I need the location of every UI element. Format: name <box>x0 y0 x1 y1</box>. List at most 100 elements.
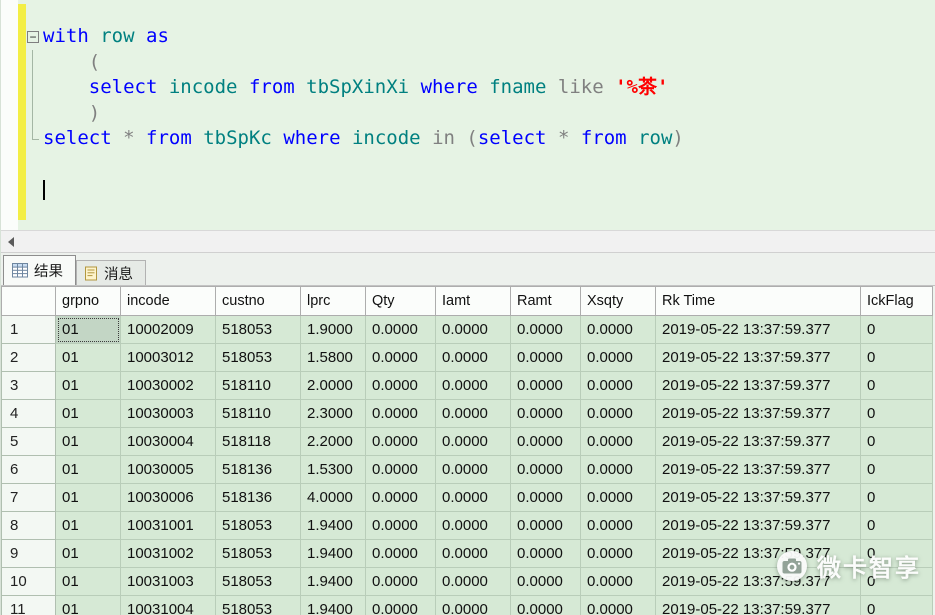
table-cell[interactable]: 0.0000 <box>365 343 436 372</box>
corner-header[interactable] <box>1 286 56 316</box>
row-header[interactable]: 11 <box>1 595 56 615</box>
code-line[interactable]: ( <box>26 49 684 76</box>
table-cell[interactable]: 0 <box>860 511 933 540</box>
table-cell[interactable]: 0.0000 <box>580 539 656 568</box>
table-cell[interactable]: 2019-05-22 13:37:59.377 <box>655 343 861 372</box>
table-cell[interactable]: 0.0000 <box>435 371 511 400</box>
table-cell[interactable]: 01 <box>55 483 121 512</box>
table-cell[interactable]: 0.0000 <box>435 595 511 615</box>
table-cell[interactable]: 10030004 <box>120 427 216 456</box>
table-cell[interactable]: 0.0000 <box>510 483 581 512</box>
table-cell[interactable]: 10030002 <box>120 371 216 400</box>
table-cell[interactable]: 0.0000 <box>365 371 436 400</box>
table-cell[interactable]: 0.0000 <box>365 455 436 484</box>
code-line[interactable] <box>26 177 684 203</box>
column-header-Iamt[interactable]: Iamt <box>435 286 511 316</box>
table-cell[interactable]: 2019-05-22 13:37:59.377 <box>655 427 861 456</box>
table-cell[interactable]: 0.0000 <box>510 399 581 428</box>
table-cell[interactable]: 518053 <box>215 511 301 540</box>
sql-editor[interactable]: − with row as ( select incode from tbSpXi… <box>1 0 935 230</box>
table-cell[interactable]: 1.5300 <box>300 455 366 484</box>
table-cell[interactable]: 0.0000 <box>365 427 436 456</box>
table-cell[interactable]: 2019-05-22 13:37:59.377 <box>655 595 861 615</box>
table-cell[interactable]: 518053 <box>215 567 301 596</box>
table-cell[interactable]: 0.0000 <box>580 567 656 596</box>
table-cell[interactable]: 0.0000 <box>435 455 511 484</box>
column-header-grpno[interactable]: grpno <box>55 286 121 316</box>
table-cell[interactable]: 518110 <box>215 399 301 428</box>
scroll-left-button[interactable] <box>1 231 20 252</box>
table-cell[interactable]: 0.0000 <box>510 371 581 400</box>
code-line[interactable]: − with row as <box>26 24 684 50</box>
row-header[interactable]: 1 <box>1 315 56 344</box>
table-cell[interactable]: 0.0000 <box>435 483 511 512</box>
row-header[interactable]: 2 <box>1 343 56 372</box>
table-cell[interactable]: 10030003 <box>120 399 216 428</box>
table-cell[interactable]: 518053 <box>215 343 301 372</box>
column-header-Qty[interactable]: Qty <box>365 286 436 316</box>
table-cell[interactable]: 1.5800 <box>300 343 366 372</box>
table-cell[interactable]: 518136 <box>215 455 301 484</box>
table-cell[interactable]: 01 <box>55 455 121 484</box>
table-cell[interactable]: 0.0000 <box>510 511 581 540</box>
table-cell[interactable]: 518136 <box>215 483 301 512</box>
row-header[interactable]: 5 <box>1 427 56 456</box>
table-cell[interactable]: 01 <box>55 567 121 596</box>
column-header-Rk Time[interactable]: Rk Time <box>655 286 861 316</box>
row-header[interactable]: 7 <box>1 483 56 512</box>
table-cell[interactable]: 10031004 <box>120 595 216 615</box>
column-header-Ramt[interactable]: Ramt <box>510 286 581 316</box>
table-cell[interactable]: 1.9400 <box>300 511 366 540</box>
table-cell[interactable]: 0.0000 <box>435 567 511 596</box>
table-cell[interactable]: 0.0000 <box>435 315 511 344</box>
table-cell[interactable]: 0.0000 <box>510 455 581 484</box>
table-cell[interactable]: 01 <box>55 511 121 540</box>
table-cell[interactable]: 0.0000 <box>510 567 581 596</box>
table-cell[interactable]: 0.0000 <box>365 315 436 344</box>
code-line[interactable]: ) <box>26 100 684 127</box>
table-cell[interactable]: 0.0000 <box>365 399 436 428</box>
table-cell[interactable]: 1.9000 <box>300 315 366 344</box>
table-cell[interactable]: 2.0000 <box>300 371 366 400</box>
column-header-IckFlag[interactable]: IckFlag <box>860 286 933 316</box>
table-cell[interactable]: 0.0000 <box>365 511 436 540</box>
table-cell[interactable]: 2019-05-22 13:37:59.377 <box>655 483 861 512</box>
table-cell[interactable]: 10031002 <box>120 539 216 568</box>
table-cell[interactable]: 0.0000 <box>580 455 656 484</box>
table-cell[interactable]: 0 <box>860 455 933 484</box>
table-cell[interactable]: 10030005 <box>120 455 216 484</box>
table-cell[interactable]: 0.0000 <box>365 567 436 596</box>
table-cell[interactable]: 0.0000 <box>510 595 581 615</box>
table-cell[interactable]: 01 <box>55 315 121 344</box>
table-cell[interactable]: 0.0000 <box>580 483 656 512</box>
tab-results[interactable]: 结果 <box>3 255 76 285</box>
table-cell[interactable]: 518110 <box>215 371 301 400</box>
table-cell[interactable]: 2019-05-22 13:37:59.377 <box>655 399 861 428</box>
table-cell[interactable]: 0.0000 <box>580 595 656 615</box>
table-cell[interactable]: 0.0000 <box>510 315 581 344</box>
table-cell[interactable]: 2019-05-22 13:37:59.377 <box>655 511 861 540</box>
table-cell[interactable]: 0.0000 <box>435 427 511 456</box>
fold-collapse-icon[interactable]: − <box>26 24 43 50</box>
row-header[interactable]: 6 <box>1 455 56 484</box>
row-header[interactable]: 10 <box>1 567 56 596</box>
table-cell[interactable]: 518053 <box>215 315 301 344</box>
row-header[interactable]: 9 <box>1 539 56 568</box>
table-cell[interactable]: 0.0000 <box>365 539 436 568</box>
table-cell[interactable]: 518053 <box>215 595 301 615</box>
table-cell[interactable]: 01 <box>55 427 121 456</box>
table-cell[interactable]: 2019-05-22 13:37:59.377 <box>655 455 861 484</box>
table-cell[interactable]: 0.0000 <box>510 427 581 456</box>
column-header-lprc[interactable]: lprc <box>300 286 366 316</box>
column-header-Xsqty[interactable]: Xsqty <box>580 286 656 316</box>
table-cell[interactable]: 518118 <box>215 427 301 456</box>
table-cell[interactable]: 0.0000 <box>365 595 436 615</box>
table-cell[interactable]: 0.0000 <box>435 539 511 568</box>
editor-hscrollbar[interactable] <box>1 230 935 253</box>
table-cell[interactable]: 01 <box>55 371 121 400</box>
table-cell[interactable]: 0.0000 <box>580 399 656 428</box>
column-header-incode[interactable]: incode <box>120 286 216 316</box>
table-cell[interactable]: 0.0000 <box>435 511 511 540</box>
tab-messages[interactable]: 消息 <box>76 260 146 285</box>
table-cell[interactable]: 0.0000 <box>580 427 656 456</box>
